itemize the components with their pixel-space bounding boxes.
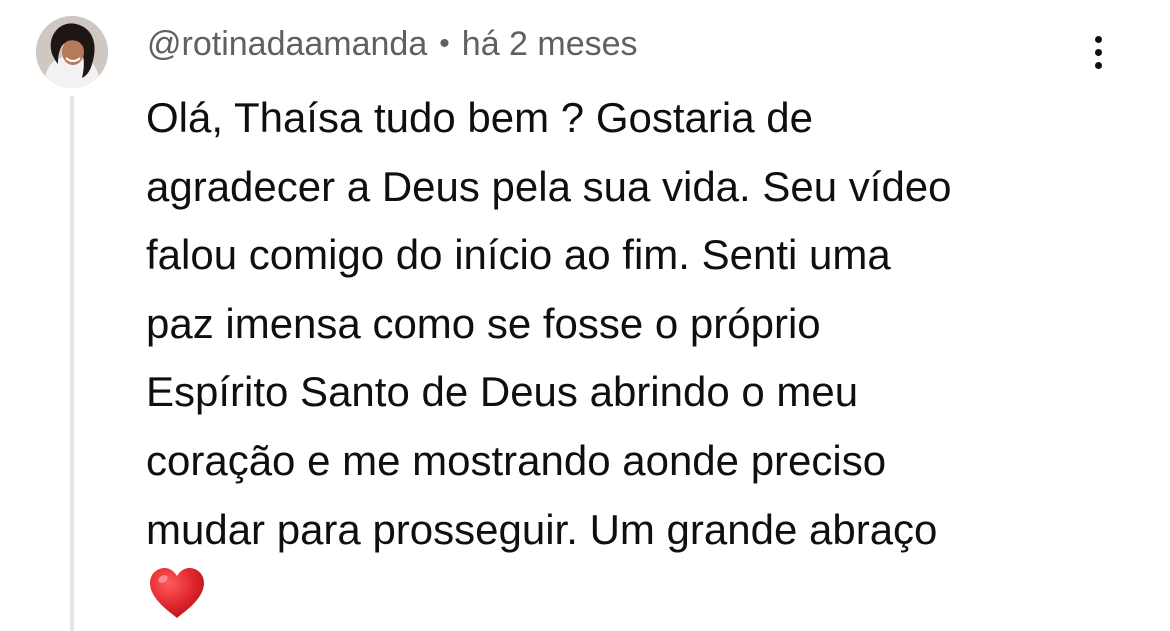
comment-text-line: falou comigo do início ao fim. Senti uma: [146, 231, 891, 279]
more-vertical-icon-dot: [1094, 35, 1102, 43]
thread-line: [70, 96, 74, 631]
comment-text-line: agradecer a Deus pela sua vida. Seu víde…: [146, 162, 952, 210]
comment-text-line: coração e me mostrando aonde preciso: [146, 436, 887, 484]
comment: @rotinadaamanda • há 2 meses Olá, Thaísa…: [0, 0, 1170, 631]
more-vertical-icon-dot: [1094, 48, 1102, 56]
avatar[interactable]: [36, 16, 108, 88]
comment-text-line: Olá, Thaísa tudo bem ? Gostaria de: [146, 94, 813, 141]
comment-text-line: paz imensa como se fosse o próprio: [146, 299, 821, 347]
meta-separator: •: [439, 27, 450, 60]
timestamp: há 2 meses: [461, 24, 638, 63]
comment-text: Olá, Thaísa tudo bem ? Gostaria de agrad…: [146, 84, 1106, 564]
more-options-button[interactable]: [1078, 28, 1118, 76]
comment-header: @rotinadaamanda • há 2 meses: [147, 22, 638, 66]
comment-text-line: mudar para prosseguir. Um grande abraço: [146, 505, 938, 553]
username[interactable]: @rotinadaamanda: [147, 25, 427, 64]
red-heart-icon: [148, 566, 206, 620]
more-vertical-icon-dot: [1094, 61, 1102, 69]
avatar-image: [36, 16, 108, 88]
comment-text-line: Espírito Santo de Deus abrindo o meu: [146, 368, 859, 416]
